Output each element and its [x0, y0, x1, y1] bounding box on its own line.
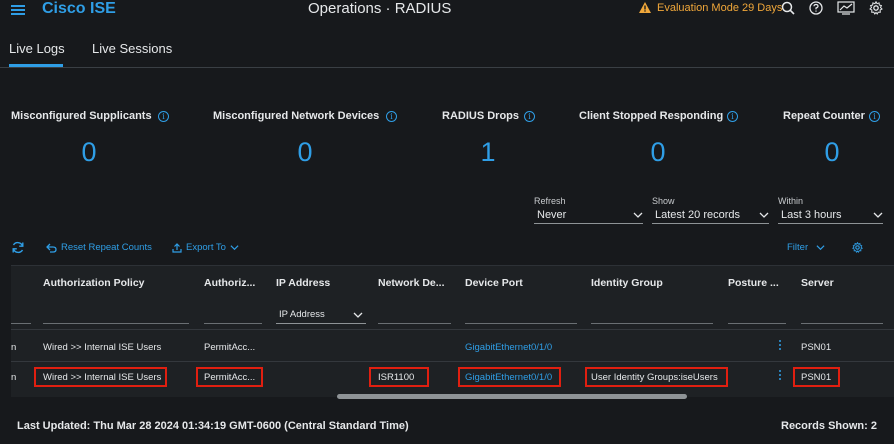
highlight-authorization-policy	[34, 367, 167, 387]
highlight-authorization-profile	[196, 367, 263, 387]
row1-authorization-policy: Wired >> Internal ISE Users	[43, 342, 162, 353]
tab-live-sessions[interactable]: Live Sessions	[92, 41, 172, 56]
kpi-label-misconfigured-supplicants: Misconfigured Supplicants	[11, 110, 152, 122]
evaluation-mode-notice[interactable]: Evaluation Mode 29 Days	[657, 2, 782, 14]
column-header-posture[interactable]: Posture ...	[728, 277, 786, 289]
info-icon[interactable]: i	[524, 111, 535, 122]
row2-first-cell: n	[11, 372, 17, 383]
chevron-down-icon	[873, 212, 883, 218]
chevron-down-icon	[353, 312, 363, 318]
reset-repeat-counts-label: Reset Repeat Counts	[61, 242, 152, 253]
column-header-ip-address[interactable]: IP Address	[276, 277, 330, 289]
kpi-value-misconfigured-supplicants[interactable]: 0	[69, 137, 109, 168]
export-to-button[interactable]: Export To	[172, 242, 239, 253]
show-value: Latest 20 records	[655, 208, 740, 221]
brand-logo[interactable]: Cisco ISE	[42, 0, 116, 18]
show-select[interactable]: Latest 20 records	[652, 206, 769, 224]
info-icon[interactable]: i	[158, 111, 169, 122]
highlight-identity-group	[585, 367, 728, 387]
chevron-down-icon	[816, 245, 825, 251]
kpi-value-misconfigured-network-devices[interactable]: 0	[285, 137, 325, 168]
kpi-value-client-stopped-responding[interactable]: 0	[638, 137, 678, 168]
kpi-label-misconfigured-network-devices: Misconfigured Network Devices	[213, 110, 380, 122]
row1-first-cell: n	[11, 342, 17, 353]
chevron-down-icon	[759, 212, 769, 218]
chevron-down-icon	[633, 212, 643, 218]
within-label: Within	[778, 196, 804, 206]
dashboard-icon[interactable]	[837, 1, 855, 15]
column-header-server[interactable]: Server	[801, 277, 834, 289]
filter-input-posture[interactable]	[728, 312, 786, 324]
column-header-network-device[interactable]: Network De...	[378, 277, 454, 289]
highlight-network-device	[369, 367, 429, 387]
reset-repeat-counts-button[interactable]: Reset Repeat Counts	[46, 242, 152, 253]
filter-input-authorization-policy[interactable]	[43, 312, 189, 324]
refresh-icon[interactable]	[11, 241, 25, 254]
kpi-value-repeat-counter[interactable]: 0	[812, 137, 852, 168]
live-logs-table: Authorization Policy Authoriz... IP Addr…	[11, 265, 894, 397]
info-icon[interactable]: i	[727, 111, 738, 122]
chevron-down-icon	[230, 245, 239, 251]
filter-input-server[interactable]	[801, 312, 883, 324]
filter-input-network-device[interactable]	[378, 312, 451, 324]
records-shown-text: Records Shown: 2	[781, 420, 877, 432]
column-header-identity-group[interactable]: Identity Group	[591, 277, 663, 289]
gear-icon[interactable]	[869, 1, 883, 15]
page-title: Operations · RADIUS	[308, 0, 452, 17]
row-divider	[11, 329, 894, 330]
filter-select-ip-address-value: IP Address	[279, 309, 325, 320]
filter-select-ip-address[interactable]: IP Address	[276, 306, 366, 324]
top-header: Cisco ISE Operations · RADIUS Evaluation…	[0, 0, 894, 70]
refresh-select[interactable]: Never	[534, 206, 643, 224]
horizontal-scrollbar[interactable]	[337, 394, 687, 399]
row1-authorization-profile: PermitAcc...	[204, 342, 256, 353]
highlight-device-port	[458, 367, 561, 387]
filter-input-authorization-profile[interactable]	[204, 312, 262, 324]
filter-label: Filter	[787, 242, 809, 253]
info-icon[interactable]: i	[869, 111, 880, 122]
row2-kebab-menu-icon[interactable]	[779, 370, 782, 382]
row1-device-port-link[interactable]: GigabitEthernet0/1/0	[465, 342, 552, 353]
show-label: Show	[652, 196, 675, 206]
search-icon[interactable]	[781, 1, 795, 15]
within-value: Last 3 hours	[781, 208, 842, 221]
column-header-device-port[interactable]: Device Port	[465, 277, 523, 289]
help-icon[interactable]	[809, 1, 823, 15]
refresh-label: Refresh	[534, 196, 566, 206]
kpi-label-repeat-counter: Repeat Counter	[783, 110, 865, 122]
undo-icon	[46, 243, 57, 253]
info-icon[interactable]: i	[386, 111, 397, 122]
row1-kebab-menu-icon[interactable]	[779, 340, 782, 352]
last-updated-text: Last Updated: Thu Mar 28 2024 01:34:19 G…	[17, 420, 409, 432]
filter-button[interactable]: Filter	[787, 242, 825, 253]
warning-triangle-icon	[639, 2, 651, 13]
column-header-authorization-profile[interactable]: Authoriz...	[204, 277, 266, 289]
kpi-label-radius-drops: RADIUS Drops	[442, 110, 520, 122]
export-icon	[172, 242, 182, 253]
table-settings-gear-icon[interactable]	[852, 242, 863, 253]
filter-input-identity-group[interactable]	[591, 312, 713, 324]
filter-input[interactable]	[11, 312, 31, 324]
column-header-authorization-policy[interactable]: Authorization Policy	[43, 277, 145, 289]
highlight-server	[793, 367, 840, 387]
tab-live-logs[interactable]: Live Logs	[9, 41, 65, 56]
header-divider	[0, 67, 894, 68]
refresh-value: Never	[537, 208, 567, 221]
row-divider	[11, 361, 894, 362]
hamburger-menu-icon[interactable]	[11, 3, 25, 17]
kpi-value-radius-drops[interactable]: 1	[468, 137, 508, 168]
row1-server: PSN01	[801, 342, 832, 353]
within-select[interactable]: Last 3 hours	[778, 206, 883, 224]
filter-input-device-port[interactable]	[465, 312, 577, 324]
export-to-label: Export To	[186, 242, 226, 253]
kpi-label-client-stopped-responding: Client Stopped Responding	[579, 110, 724, 122]
